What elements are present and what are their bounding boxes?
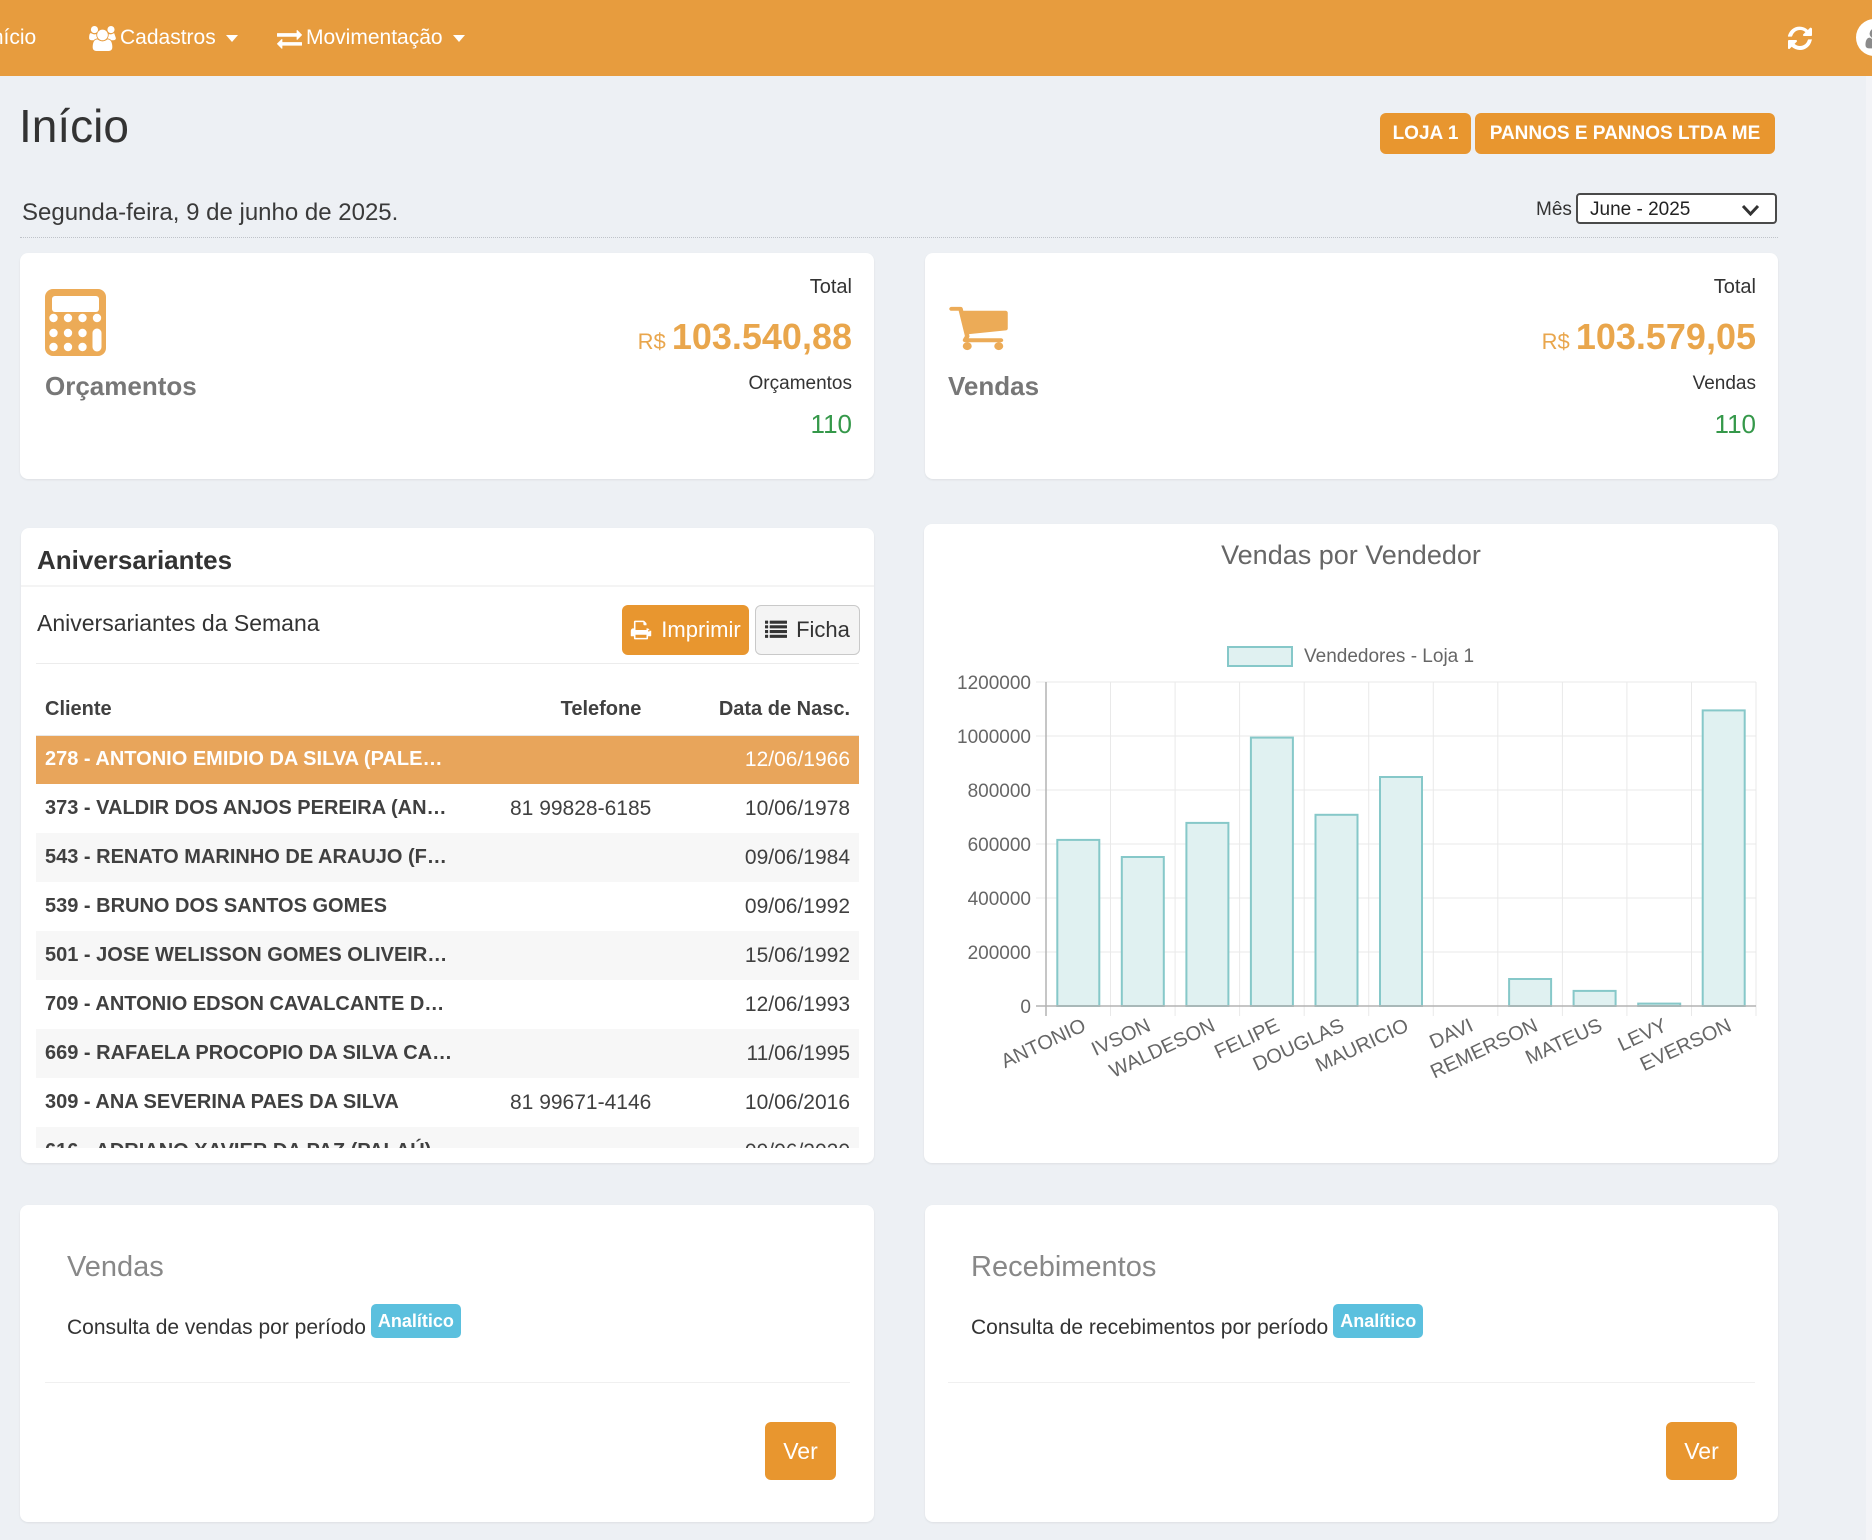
svg-text:800000: 800000 — [968, 781, 1031, 802]
svg-text:1000000: 1000000 — [957, 727, 1031, 748]
svg-text:Vendedores - Loja 1: Vendedores - Loja 1 — [1304, 646, 1474, 667]
svg-text:400000: 400000 — [968, 889, 1031, 910]
svg-text:200000: 200000 — [968, 943, 1031, 964]
svg-text:Vendas por Vendedor: Vendas por Vendedor — [1221, 540, 1481, 570]
svg-text:ANTONIO: ANTONIO — [998, 1015, 1090, 1073]
svg-text:1200000: 1200000 — [957, 673, 1031, 694]
svg-text:0: 0 — [1020, 997, 1031, 1018]
svg-text:600000: 600000 — [968, 835, 1031, 856]
